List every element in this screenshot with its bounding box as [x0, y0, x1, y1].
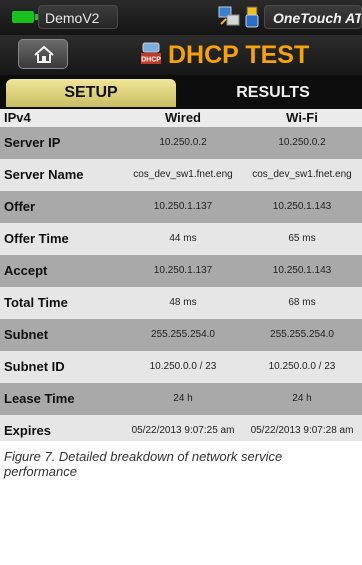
wired-value: 10.250.0.0 / 23 — [149, 361, 217, 372]
wired-value: 24 h — [173, 393, 193, 404]
table-row: Subnet ID 10.250.0.0 / 23 10.250.0.0 / 23 — [0, 351, 362, 383]
wired-value: cos_dev_sw1.fnet.eng — [133, 169, 233, 180]
results-table: IPv4 Wired Wi-Fi Server IP 10.250.0.2 10.2… — [0, 109, 362, 441]
header-wired: Wired — [165, 110, 201, 125]
dhcp-icon-label: DHCP — [141, 57, 161, 64]
row-label: Subnet — [4, 327, 49, 342]
wifi-value: 10.250.1.143 — [272, 265, 332, 276]
wired-value: 10.250.1.137 — [153, 265, 213, 276]
row-label: Accept — [4, 263, 48, 278]
wired-value: 10.250.0.2 — [159, 137, 207, 148]
header-protocol: IPv4 — [4, 110, 31, 125]
wifi-value: 255.255.254.0 — [270, 329, 334, 340]
row-label: Server IP — [4, 135, 61, 150]
wifi-value: 65 ms — [288, 233, 316, 244]
table-row: Total Time 48 ms 68 ms — [0, 287, 362, 319]
onetouch-screen: DemoV2 OneTouch AT DHCP DHCP TEST SETUP … — [0, 0, 362, 441]
title-bar: DHCP DHCP TEST — [0, 35, 362, 75]
tab-bar: SETUP RESULTS — [0, 75, 362, 109]
network-icon[interactable] — [218, 6, 240, 28]
wired-value: 255.255.254.0 — [151, 329, 215, 340]
table-row: Offer Time 44 ms 65 ms — [0, 223, 362, 255]
wired-value: 05/22/2013 9:07:25 am — [131, 425, 235, 436]
table-row: Expires 05/22/2013 9:07:25 am 05/22/2013 9… — [0, 415, 362, 441]
row-label: Expires — [4, 423, 51, 438]
row-label: Offer — [4, 199, 36, 214]
row-label: Lease Time — [4, 391, 75, 406]
row-label: Total Time — [4, 295, 68, 310]
home-button[interactable] — [18, 39, 68, 69]
table-header: IPv4 Wired Wi-Fi — [0, 109, 362, 127]
header-wifi: Wi-Fi — [286, 110, 318, 125]
wifi-value: 05/22/2013 9:07:28 am — [250, 425, 354, 436]
tab-results[interactable]: RESULTS — [188, 79, 358, 107]
wifi-value: 10.250.1.143 — [272, 201, 332, 212]
table-row: Subnet 255.255.254.0 255.255.254.0 — [0, 319, 362, 351]
wired-value: 48 ms — [169, 297, 197, 308]
figure-caption: Figure 7. Detailed breakdown of network … — [4, 449, 283, 479]
wifi-value: 68 ms — [288, 297, 316, 308]
profile-name[interactable]: DemoV2 — [38, 5, 118, 29]
table-row: Accept 10.250.1.137 10.250.1.143 — [0, 255, 362, 287]
battery-icon — [12, 11, 38, 23]
status-bar: DemoV2 OneTouch AT — [0, 0, 362, 35]
wifi-value: cos_dev_sw1.fnet.eng — [252, 169, 352, 180]
row-label: Offer Time — [4, 231, 69, 246]
home-icon — [34, 45, 54, 63]
table-row: Offer 10.250.1.137 10.250.1.143 — [0, 191, 362, 223]
table-row: Server Name cos_dev_sw1.fnet.eng cos_dev_s… — [0, 159, 362, 191]
table-row: Lease Time 24 h 24 h — [0, 383, 362, 415]
wired-value: 10.250.1.137 — [153, 201, 213, 212]
dhcp-icon: DHCP — [141, 42, 161, 64]
wifi-value: 10.250.0.2 — [278, 137, 326, 148]
wired-value: 44 ms — [169, 233, 197, 244]
device-name[interactable]: OneTouch AT — [264, 5, 362, 29]
row-label: Server Name — [4, 167, 84, 182]
page-title: DHCP TEST — [168, 41, 310, 69]
tab-setup[interactable]: SETUP — [6, 79, 176, 107]
usb-icon[interactable] — [244, 6, 260, 28]
wifi-value: 10.250.0.0 / 23 — [268, 361, 336, 372]
table-row: Server IP 10.250.0.2 10.250.0.2 — [0, 127, 362, 159]
wifi-value: 24 h — [292, 393, 312, 404]
row-label: Subnet ID — [4, 359, 65, 374]
